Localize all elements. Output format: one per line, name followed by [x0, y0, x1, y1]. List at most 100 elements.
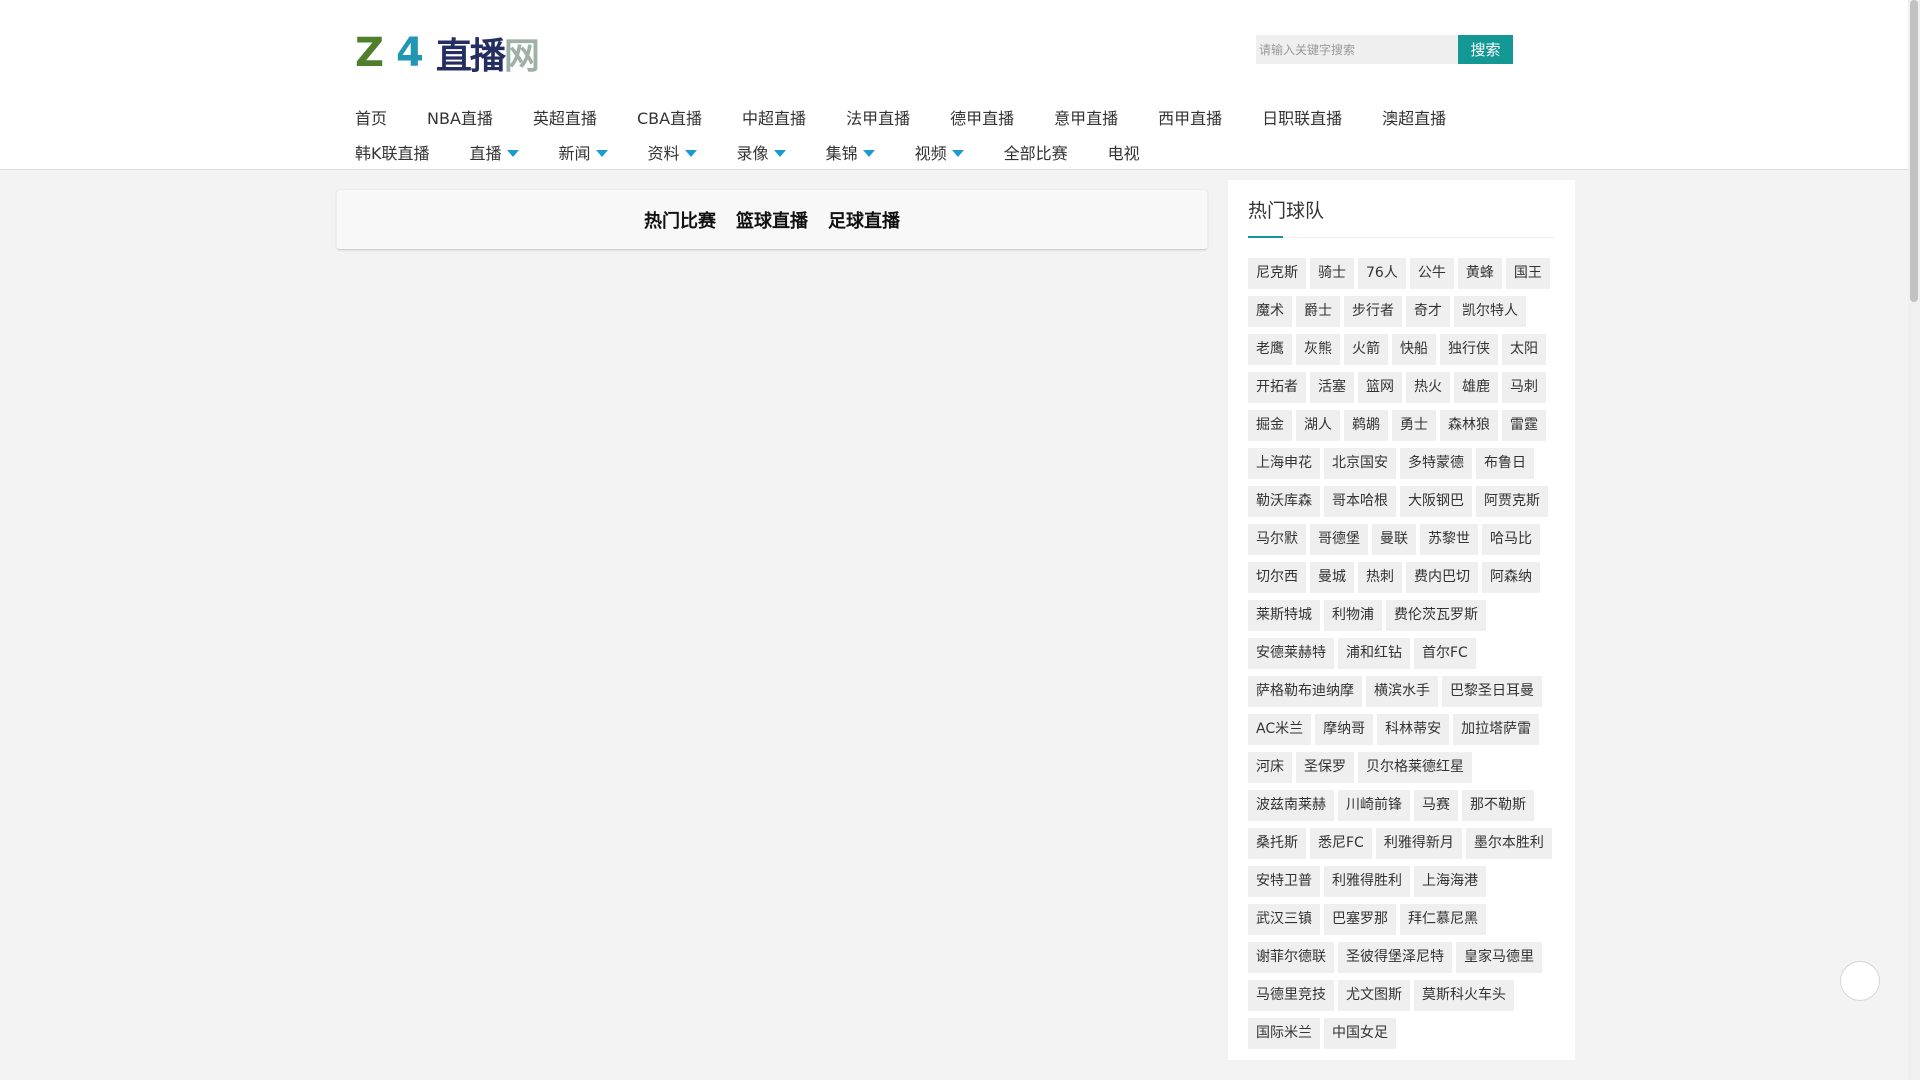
team-tag[interactable]: 爵士 [1296, 296, 1340, 327]
team-tag[interactable]: 阿贾克斯 [1476, 486, 1548, 517]
team-tag[interactable]: 奇才 [1406, 296, 1450, 327]
team-tag[interactable]: 莫斯科火车头 [1414, 980, 1514, 1011]
nav-item[interactable]: CBA直播 [637, 105, 702, 129]
team-tag[interactable]: 安德莱赫特 [1248, 638, 1334, 669]
team-tag[interactable]: 首尔FC [1414, 638, 1476, 669]
team-tag[interactable]: 圣彼得堡泽尼特 [1338, 942, 1452, 973]
nav-dropdown[interactable]: 视频 [915, 140, 964, 164]
team-tag[interactable]: 利雅得新月 [1375, 828, 1462, 859]
team-tag[interactable]: 北京国安 [1324, 448, 1396, 479]
nav-item[interactable]: 法甲直播 [846, 105, 910, 129]
team-tag[interactable]: 河床 [1248, 752, 1292, 783]
match-tab[interactable]: 足球直播 [828, 207, 900, 233]
team-tag[interactable]: 皇家马德里 [1456, 942, 1542, 973]
team-tag[interactable]: 曼城 [1310, 562, 1354, 593]
team-tag[interactable]: 雷霆 [1502, 410, 1546, 441]
team-tag[interactable]: 勒沃库森 [1248, 486, 1320, 517]
team-tag[interactable]: 桑托斯 [1248, 828, 1306, 859]
team-tag[interactable]: 拜仁慕尼黑 [1400, 904, 1486, 935]
nav-item[interactable]: 首页 [355, 105, 387, 129]
team-tag[interactable]: 湖人 [1296, 410, 1340, 441]
team-tag[interactable]: 凯尔特人 [1454, 296, 1526, 327]
team-tag[interactable]: 利雅得胜利 [1324, 866, 1410, 897]
team-tag[interactable]: 哥德堡 [1310, 524, 1368, 555]
team-tag[interactable]: 马德里竞技 [1248, 980, 1334, 1011]
team-tag[interactable]: 马刺 [1502, 372, 1546, 403]
nav-item[interactable]: 德甲直播 [950, 105, 1014, 129]
nav-dropdown[interactable]: 新闻 [559, 140, 608, 164]
nav-dropdown[interactable]: 资料 [648, 140, 697, 164]
team-tag[interactable]: 马赛 [1414, 790, 1458, 821]
team-tag[interactable]: 独行侠 [1440, 334, 1498, 365]
team-tag[interactable]: 太阳 [1502, 334, 1546, 365]
team-tag[interactable]: 那不勒斯 [1462, 790, 1534, 821]
nav-item[interactable]: 中超直播 [742, 105, 806, 129]
nav-item[interactable]: NBA直播 [427, 105, 493, 129]
team-tag[interactable]: 森林狼 [1440, 410, 1498, 441]
team-tag[interactable]: 墨尔本胜利 [1465, 828, 1552, 859]
team-tag[interactable]: 魔术 [1248, 296, 1292, 327]
search-input[interactable] [1256, 35, 1458, 64]
team-tag[interactable]: 掘金 [1248, 410, 1292, 441]
team-tag[interactable]: 莱斯特城 [1248, 600, 1320, 631]
nav-item[interactable]: 澳超直播 [1382, 105, 1446, 129]
nav-dropdown[interactable]: 集锦 [826, 140, 875, 164]
match-tab[interactable]: 篮球直播 [736, 207, 808, 233]
team-tag[interactable]: 费内巴切 [1406, 562, 1478, 593]
team-tag[interactable]: 川崎前锋 [1338, 790, 1410, 821]
team-tag[interactable]: 安特卫普 [1248, 866, 1320, 897]
scrollbar-thumb[interactable] [1910, 0, 1918, 302]
team-tag[interactable]: 骑士 [1310, 258, 1354, 289]
team-tag[interactable]: 大阪钢巴 [1400, 486, 1472, 517]
team-tag[interactable]: 勇士 [1392, 410, 1436, 441]
nav-item[interactable]: 韩K联直播 [355, 140, 430, 164]
nav-item[interactable]: 意甲直播 [1054, 105, 1118, 129]
team-tag[interactable]: 浦和红钻 [1338, 638, 1410, 669]
team-tag[interactable]: 圣保罗 [1296, 752, 1354, 783]
team-tag[interactable]: AC米兰 [1248, 714, 1312, 745]
team-tag[interactable]: 横滨水手 [1366, 676, 1438, 707]
team-tag[interactable]: 巴塞罗那 [1324, 904, 1396, 935]
team-tag[interactable]: 篮网 [1358, 372, 1402, 403]
team-tag[interactable]: 鹈鹕 [1344, 410, 1388, 441]
team-tag[interactable]: 哥本哈根 [1324, 486, 1396, 517]
team-tag[interactable]: 布鲁日 [1476, 448, 1534, 479]
team-tag[interactable]: 武汉三镇 [1248, 904, 1320, 935]
team-tag[interactable]: 公牛 [1409, 258, 1454, 289]
team-tag[interactable]: 萨格勒布迪纳摩 [1248, 676, 1362, 707]
team-tag[interactable]: 科林蒂安 [1377, 714, 1450, 745]
team-tag[interactable]: 灰熊 [1296, 334, 1340, 365]
team-tag[interactable]: 马尔默 [1248, 524, 1306, 555]
team-tag[interactable]: 国际米兰 [1248, 1018, 1320, 1049]
team-tag[interactable]: 上海申花 [1248, 448, 1320, 479]
team-tag[interactable]: 黄蜂 [1457, 258, 1502, 289]
team-tag[interactable]: 曼联 [1372, 524, 1416, 555]
nav-item[interactable]: 电视 [1108, 140, 1140, 164]
team-tag[interactable]: 加拉塔萨雷 [1453, 714, 1540, 745]
team-tag[interactable]: 雄鹿 [1454, 372, 1498, 403]
team-tag[interactable]: 多特蒙德 [1400, 448, 1472, 479]
nav-item[interactable]: 西甲直播 [1158, 105, 1222, 129]
team-tag[interactable]: 波兹南莱赫 [1248, 790, 1334, 821]
team-tag[interactable]: 活塞 [1310, 372, 1354, 403]
search-button[interactable]: 搜索 [1458, 35, 1513, 64]
team-tag[interactable]: 摩纳哥 [1315, 714, 1374, 745]
team-tag[interactable]: 阿森纳 [1482, 562, 1540, 593]
team-tag[interactable]: 上海海港 [1414, 866, 1486, 897]
team-tag[interactable]: 尤文图斯 [1338, 980, 1410, 1011]
nav-item[interactable]: 日职联直播 [1262, 105, 1342, 129]
page-scrollbar[interactable] [1908, 0, 1920, 1080]
match-tab[interactable]: 热门比赛 [644, 207, 716, 233]
team-tag[interactable]: 中国女足 [1324, 1018, 1396, 1049]
team-tag[interactable]: 谢菲尔德联 [1248, 942, 1334, 973]
team-tag[interactable]: 费伦茨瓦罗斯 [1386, 600, 1486, 631]
team-tag[interactable]: 76人 [1358, 258, 1406, 289]
team-tag[interactable]: 步行者 [1344, 296, 1402, 327]
team-tag[interactable]: 哈马比 [1482, 524, 1540, 555]
team-tag[interactable]: 火箭 [1344, 334, 1388, 365]
nav-dropdown[interactable]: 直播 [470, 140, 519, 164]
team-tag[interactable]: 苏黎世 [1420, 524, 1478, 555]
team-tag[interactable]: 贝尔格莱德红星 [1358, 752, 1472, 783]
team-tag[interactable]: 热火 [1406, 372, 1450, 403]
team-tag[interactable]: 快船 [1392, 334, 1436, 365]
